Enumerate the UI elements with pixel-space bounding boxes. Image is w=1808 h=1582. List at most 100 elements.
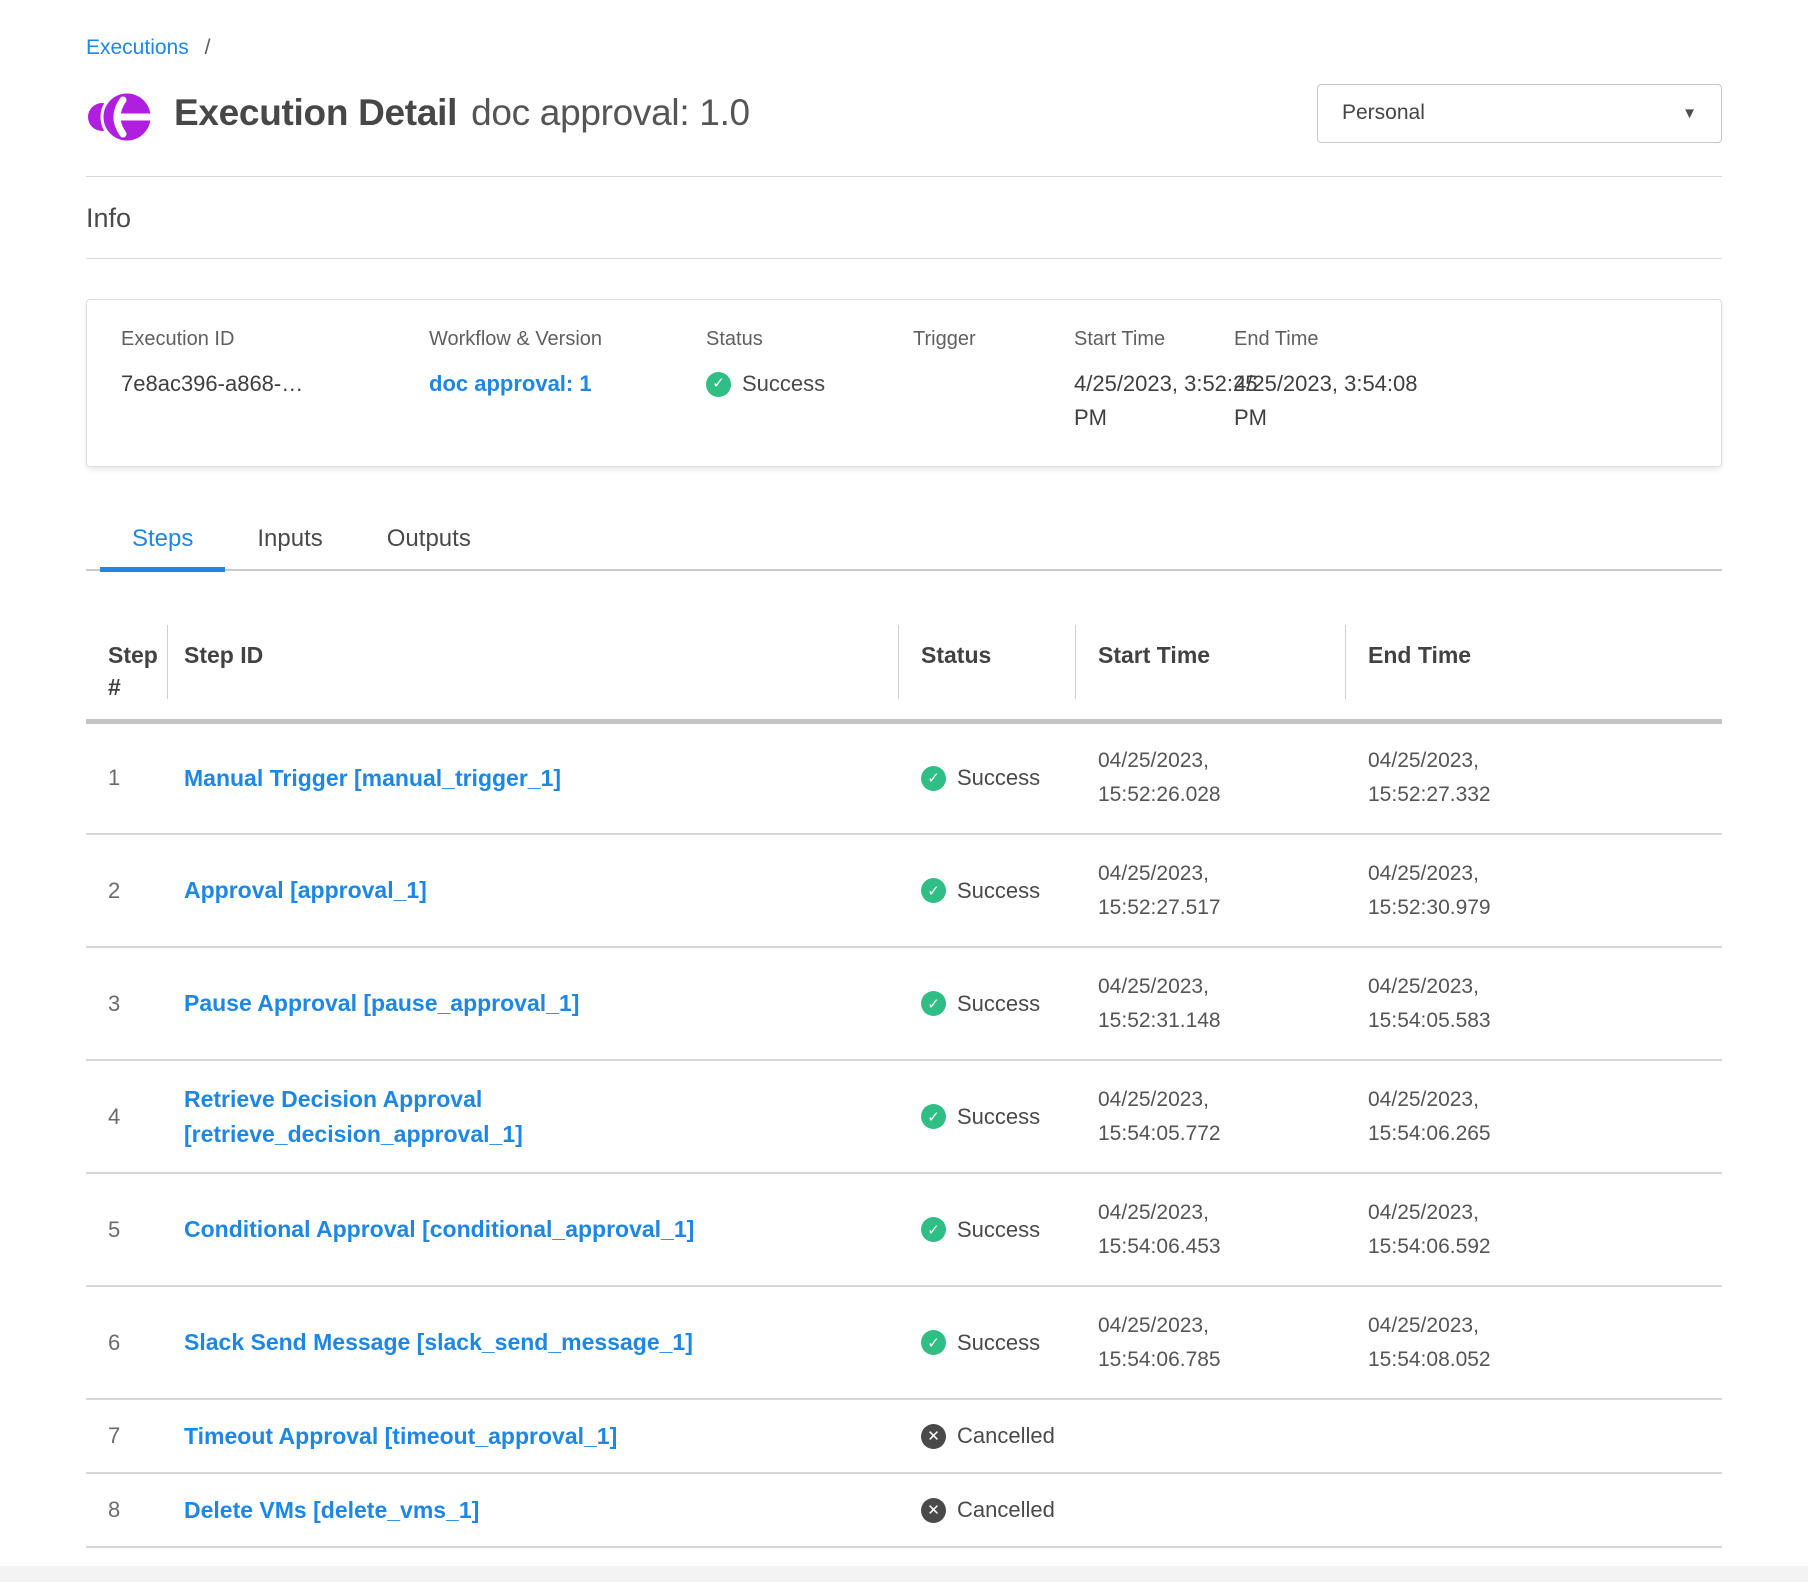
step-link[interactable]: Pause Approval [pause_approval_1] [184,990,579,1016]
start-time-cell: 04/25/2023,15:54:06.453 [1076,1173,1346,1286]
status-label: Success [957,1217,1040,1243]
table-row: 7 Timeout Approval [timeout_approval_1] … [86,1399,1722,1473]
workspace-dropdown[interactable]: Personal ▼ [1317,84,1722,143]
field-label: Execution ID [121,328,413,351]
cancelled-x-icon: ✕ [921,1498,946,1523]
execution-info-card: Execution ID 7e8ac396-a868-… Workflow & … [86,299,1722,467]
table-row: 2 Approval [approval_1] ✓ Success 04/25/… [86,834,1722,947]
start-time-cell [1076,1473,1346,1547]
title-divider [86,176,1722,177]
field-label: Trigger [913,328,1058,351]
success-check-icon: ✓ [921,766,946,791]
success-check-icon: ✓ [921,878,946,903]
col-header-step-num: Step # [86,623,168,721]
detail-tabs: Steps Inputs Outputs [86,525,1722,571]
end-time-cell: 04/25/2023,15:54:06.265 [1346,1060,1722,1173]
step-number: 4 [86,1060,168,1173]
end-time-value: 4/25/2023, 3:54:08 PM [1234,367,1685,435]
field-end-time: End Time 4/25/2023, 3:54:08 PM [1234,328,1701,436]
status-value: Success [742,367,825,401]
title-group: Execution Detail doc approval: 1.0 [86,80,750,146]
field-trigger: Trigger [913,328,1074,436]
col-header-step-id: Step ID [168,623,899,721]
status-badge: ✓ Success [706,367,897,401]
tab-inputs[interactable]: Inputs [225,525,354,569]
step-number: 2 [86,834,168,947]
success-check-icon: ✓ [921,1217,946,1242]
field-label: Workflow & Version [429,328,690,351]
start-time-cell: 04/25/2023,15:52:27.517 [1076,834,1346,947]
status-label: Success [957,765,1040,791]
page-header: Execution Detail doc approval: 1.0 Perso… [86,80,1722,146]
table-row: 4 Retrieve Decision Approval[retrieve_de… [86,1060,1722,1173]
status-label: Cancelled [957,1497,1055,1523]
execution-id-value: 7e8ac396-a868-… [121,367,413,401]
step-link[interactable]: Conditional Approval [conditional_approv… [184,1216,694,1242]
breadcrumb-executions-link[interactable]: Executions [86,36,189,59]
success-check-icon: ✓ [921,1104,946,1129]
workflow-brand-icon [86,80,152,146]
status-label: Success [957,991,1040,1017]
end-time-cell [1346,1399,1722,1473]
field-label: End Time [1234,328,1685,351]
field-start-time: Start Time 4/25/2023, 3:52:25 PM [1074,328,1234,436]
field-status: Status ✓ Success [706,328,913,436]
info-section-heading: Info [86,203,1722,234]
step-number: 7 [86,1399,168,1473]
status-label: Success [957,1104,1040,1130]
execution-detail-page: Executions / Execution Detail doc approv… [0,0,1808,1582]
field-execution-id: Execution ID 7e8ac396-a868-… [121,328,429,436]
workflow-version-link[interactable]: doc approval: 1 [429,367,690,401]
start-time-cell: 04/25/2023,15:52:26.028 [1076,721,1346,834]
start-time-cell: 04/25/2023,15:54:06.785 [1076,1286,1346,1399]
page-title: Execution Detail [174,92,457,134]
step-link[interactable]: Delete VMs [delete_vms_1] [184,1497,479,1523]
step-link[interactable]: Manual Trigger [manual_trigger_1] [184,765,561,791]
tab-outputs[interactable]: Outputs [355,525,503,569]
step-link[interactable]: Approval [approval_1] [184,877,427,903]
success-check-icon: ✓ [706,372,731,397]
start-time-cell: 04/25/2023,15:54:05.772 [1076,1060,1346,1173]
chevron-down-icon: ▼ [1682,105,1697,122]
end-time-cell: 04/25/2023,15:52:27.332 [1346,721,1722,834]
table-row: 3 Pause Approval [pause_approval_1] ✓ Su… [86,947,1722,1060]
col-header-start-time: Start Time [1076,623,1346,721]
success-check-icon: ✓ [921,991,946,1016]
end-time-cell: 04/25/2023,15:54:06.592 [1346,1173,1722,1286]
end-time-cell: 04/25/2023,15:54:05.583 [1346,947,1722,1060]
end-time-cell: 04/25/2023,15:52:30.979 [1346,834,1722,947]
end-time-cell [1346,1473,1722,1547]
workspace-dropdown-value: Personal [1342,101,1425,125]
step-number: 5 [86,1173,168,1286]
cancelled-x-icon: ✕ [921,1424,946,1449]
start-time-value: 4/25/2023, 3:52:25 PM [1074,367,1218,435]
steps-table-header: Step # Step ID Status Start Time End Tim… [86,623,1722,721]
step-link[interactable]: Slack Send Message [slack_send_message_1… [184,1329,693,1355]
tab-steps[interactable]: Steps [100,525,225,569]
start-time-cell: 04/25/2023,15:52:31.148 [1076,947,1346,1060]
breadcrumb: Executions / [86,0,1722,60]
steps-table: Step # Step ID Status Start Time End Tim… [86,623,1722,1548]
step-number: 3 [86,947,168,1060]
field-label: Start Time [1074,328,1218,351]
breadcrumb-separator: / [205,36,211,59]
table-row: 6 Slack Send Message [slack_send_message… [86,1286,1722,1399]
viewport-bottom-strip [0,1566,1808,1582]
col-header-status: Status [899,623,1076,721]
step-link[interactable]: Timeout Approval [timeout_approval_1] [184,1423,617,1449]
page-subtitle: doc approval: 1.0 [471,92,750,134]
table-row: 5 Conditional Approval [conditional_appr… [86,1173,1722,1286]
success-check-icon: ✓ [921,1330,946,1355]
col-header-end-time: End Time [1346,623,1722,721]
info-divider [86,258,1722,259]
step-number: 6 [86,1286,168,1399]
status-label: Success [957,878,1040,904]
field-workflow-version: Workflow & Version doc approval: 1 [429,328,706,436]
status-label: Success [957,1330,1040,1356]
step-number: 1 [86,721,168,834]
field-label: Status [706,328,897,351]
step-link[interactable]: Retrieve Decision Approval[retrieve_deci… [184,1082,899,1152]
table-row: 1 Manual Trigger [manual_trigger_1] ✓ Su… [86,721,1722,834]
end-time-cell: 04/25/2023,15:54:08.052 [1346,1286,1722,1399]
table-row: 8 Delete VMs [delete_vms_1] ✕ Cancelled [86,1473,1722,1547]
